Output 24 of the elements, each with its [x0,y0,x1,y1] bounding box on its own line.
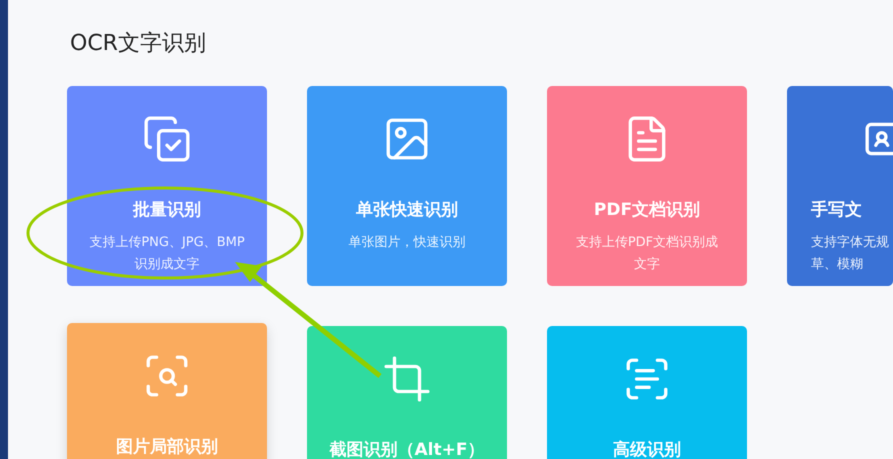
feature-card[interactable]: 单张快速识别 单张图片，快速识别 [307,86,507,286]
card-title: 手写文 [811,199,862,222]
card-description: 支持字体无规 [811,234,889,252]
crop-icon [382,354,432,404]
feature-card[interactable]: 手写文 支持字体无规 草、模糊 [787,86,893,286]
card-title: 截图识别（Alt+F） [330,439,484,459]
card-description: 单张图片，快速识别 [348,234,466,252]
card-title: PDF文档识别 [594,199,700,222]
card-title: 单张快速识别 [356,199,458,222]
card-description: 草、模糊 [811,256,863,274]
card-description: 文字 [634,256,660,274]
card-description: 识别成文字 [134,256,200,274]
card-title: 高级识别 [613,439,681,459]
feature-card[interactable]: 图片局部识别 [67,323,267,459]
page-title: OCR文字识别 [70,30,207,58]
card-description: 支持上传PNG、JPG、BMP [89,234,245,252]
stacked-check-icon [142,114,192,164]
card-title: 图片局部识别 [116,436,218,459]
feature-card[interactable]: 高级识别 [547,326,747,459]
feature-card[interactable]: 截图识别（Alt+F） [307,326,507,459]
feature-card[interactable]: PDF文档识别 支持上传PDF文档识别成 文字 [547,86,747,286]
card-description: 支持上传PDF文档识别成 [576,234,718,252]
feature-card[interactable]: 批量识别 支持上传PNG、JPG、BMP 识别成文字 [67,86,267,286]
card-title: 批量识别 [133,199,201,222]
